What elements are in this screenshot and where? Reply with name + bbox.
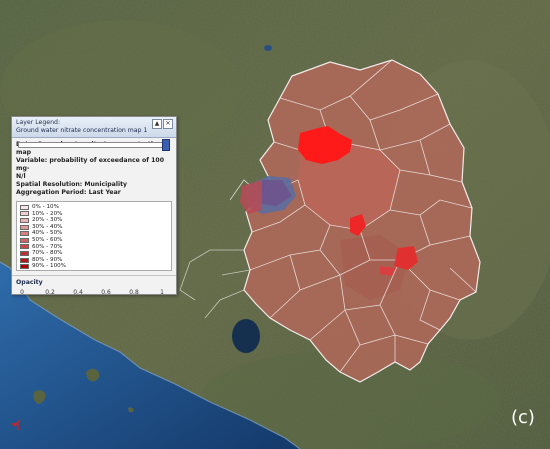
legend-class-label: 70% - 80% — [32, 250, 63, 257]
lake-north — [264, 45, 272, 51]
lake-bolsena — [232, 319, 260, 353]
legend-header[interactable]: Layer Legend: Ground water nitrate conce… — [12, 117, 176, 138]
opacity-tick-label: 0 — [20, 289, 24, 296]
opacity-tick-label: 0.4 — [73, 289, 83, 296]
legend-class-row: 10% - 20% — [20, 211, 171, 218]
legend-swatch — [20, 237, 29, 243]
opacity-slider[interactable] — [18, 139, 170, 151]
legend-class-row: 80% - 90% — [20, 257, 171, 264]
legend-class-row: 50% - 60% — [20, 237, 171, 244]
legend-class-row: 30% - 40% — [20, 224, 171, 231]
legend-class-row: 60% - 70% — [20, 244, 171, 251]
legend-swatch — [20, 244, 29, 250]
opacity-slider-thumb[interactable] — [162, 139, 170, 151]
opacity-tick-label: 0.8 — [129, 289, 139, 296]
legend-class-row: 70% - 80% — [20, 250, 171, 257]
opacity-tick-label: 0.6 — [101, 289, 111, 296]
legend-class-label: 30% - 40% — [32, 223, 63, 230]
legend-variable: Variable: probability of exceedance of 1… — [16, 157, 165, 172]
legend-aggregation: Aggregation Period: Last Year — [16, 189, 121, 196]
legend-swatch — [20, 257, 29, 263]
legend-class-label: 0% - 10% — [32, 204, 59, 210]
collapse-icon[interactable]: ▲ — [152, 119, 162, 129]
legend-class-row: 20% - 30% — [20, 217, 171, 224]
legend-class-label: 60% - 70% — [32, 243, 63, 250]
legend-window-buttons: ▲ ✕ — [152, 119, 173, 129]
legend-class-label: 80% - 90% — [32, 256, 63, 263]
legend-class-list: 0% - 10% 10% - 20% 20% - 30% 30% - 40% 40% -… — [16, 201, 172, 271]
legend-class-label: 90% - 100% — [32, 263, 66, 270]
legend-class-label: 40% - 50% — [32, 230, 63, 237]
legend-class-row: 40% - 50% — [20, 230, 171, 237]
legend-swatch — [20, 204, 29, 210]
legend-swatch — [20, 217, 29, 223]
close-icon[interactable]: ✕ — [163, 119, 173, 129]
opacity-tick-label: 1 — [160, 289, 164, 296]
opacity-control[interactable]: Opacity 0 0.2 0.4 0.6 0.8 1 — [12, 139, 176, 297]
opacity-ticks: 0 0.2 0.4 0.6 0.8 1 — [16, 289, 172, 297]
legend-class-label: 50% - 60% — [32, 236, 63, 243]
legend-class-label: 20% - 30% — [32, 217, 63, 224]
opacity-title: Opacity — [16, 279, 43, 286]
opacity-tick-label: 0.2 — [45, 289, 55, 296]
legend-swatch — [20, 224, 29, 230]
legend-swatch — [20, 211, 29, 217]
legend-class-label: 10% - 20% — [32, 210, 63, 217]
legend-class-row: 0% - 10% — [20, 204, 171, 211]
panel-label: (c) — [511, 407, 535, 428]
legend-resolution: Spatial Resolution: Municipality — [16, 181, 128, 188]
legend-variable-unit: N/l — [16, 173, 26, 180]
legend-swatch — [20, 231, 29, 237]
legend-swatch — [20, 250, 29, 256]
legend-class-row: 90% - 100% — [20, 263, 171, 270]
layer-legend-panel[interactable]: Layer Legend: Ground water nitrate conce… — [11, 116, 177, 297]
legend-swatch — [20, 264, 29, 270]
